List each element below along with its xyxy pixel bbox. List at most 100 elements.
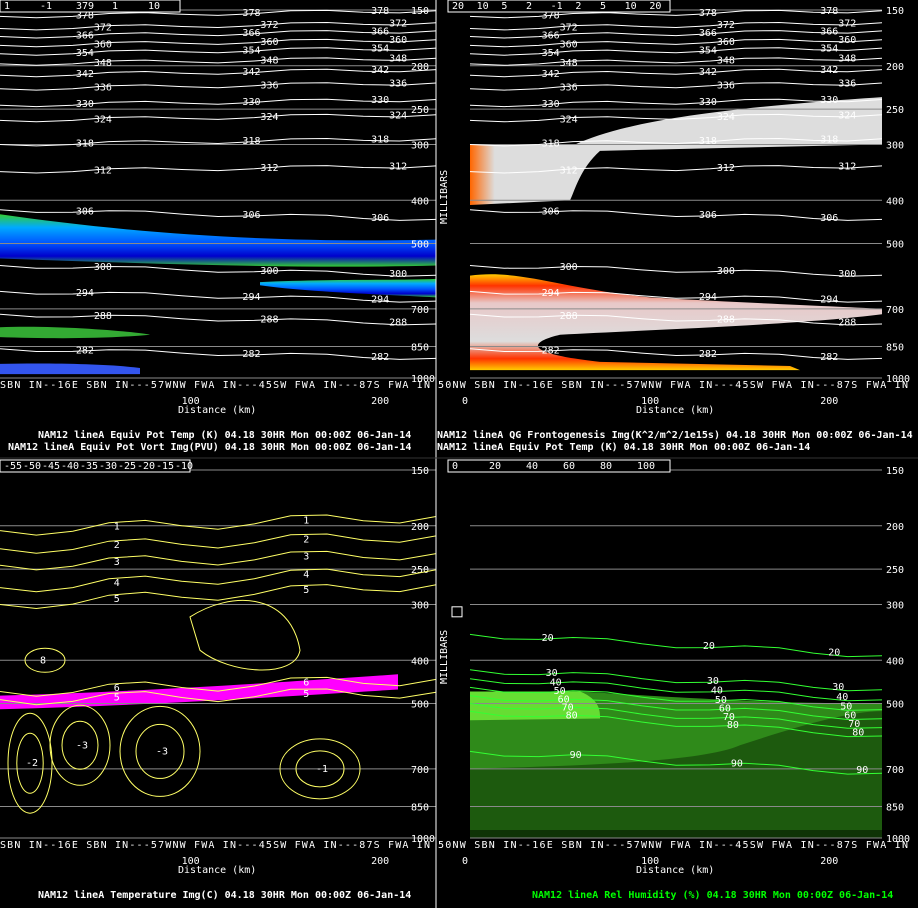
pressure-tick-label: 250 (411, 105, 429, 116)
theta-contour (0, 82, 437, 91)
contour-label: 312 (260, 163, 278, 174)
temperature-contour (0, 533, 437, 554)
panel-caption: NAM12 lineA Temperature Img(C) 04.18 30H… (38, 889, 411, 901)
legend-label: -50 (23, 461, 41, 472)
pressure-tick-label: 150 (411, 466, 429, 477)
contour-label: 324 (260, 112, 278, 123)
legend-label: 10 (625, 1, 637, 12)
x-tick-label: 200 (371, 856, 389, 867)
contour-label: 318 (371, 134, 389, 145)
pressure-tick-label: 200 (886, 522, 904, 533)
legend-label: -30 (99, 461, 117, 472)
contour-label: 294 (699, 292, 717, 303)
contour-label: 90 (731, 759, 743, 770)
pressure-tick-label: 300 (411, 140, 429, 151)
contour-label: 288 (560, 311, 578, 322)
contour-label: 282 (820, 352, 838, 363)
x-tick-label: 200 (820, 396, 838, 407)
pressure-tick-label: 400 (886, 196, 904, 207)
pressure-tick-label: 400 (886, 656, 904, 667)
x-tick-label: 0 (462, 856, 468, 867)
cursor-marker[interactable] (451, 606, 463, 618)
contour-label: 360 (560, 39, 578, 50)
contour-label: 288 (260, 315, 278, 326)
legend-label: -20 (137, 461, 155, 472)
contour-label: 306 (76, 206, 94, 217)
contour-label: 378 (820, 6, 838, 17)
legend-label: 100 (637, 461, 655, 472)
contour-label: 324 (717, 112, 735, 123)
pressure-tick-label: 400 (411, 656, 429, 667)
panel-caption: NAM12 lineA QG Frontogenesis Img(K^2/m^2… (437, 429, 913, 441)
contour-label: 6 (303, 678, 309, 689)
contour-label: 288 (717, 315, 735, 326)
contour-label: 2 (303, 534, 309, 545)
contour-label: 282 (542, 345, 560, 356)
pressure-tick-label: 850 (886, 802, 904, 813)
pressure-tick-label: 500 (886, 240, 904, 251)
temperature-contour (0, 568, 437, 593)
contour-label: 324 (389, 110, 407, 121)
x-tick-label: 200 (820, 856, 838, 867)
contour-label: 366 (242, 28, 260, 39)
contour-label: 360 (260, 37, 278, 48)
legend-label: 5 (600, 1, 606, 12)
contour-label: 300 (717, 266, 735, 277)
contour-label: 306 (371, 213, 389, 224)
contour-label: 80 (727, 720, 739, 731)
panel-bottom-right: 15020025030040050070085010000 100 20050NW … (438, 459, 910, 901)
theta-contour (469, 265, 883, 277)
contour-label: 90 (856, 765, 868, 776)
contour-label: 378 (242, 8, 260, 19)
contour-label: 294 (820, 295, 838, 306)
panel-caption: NAM12 lineA Equiv Pot Temp (K) 04.18 30H… (437, 441, 810, 453)
contour-label: -1 (316, 764, 328, 775)
contour-label: 288 (94, 311, 112, 322)
contour-label: 354 (76, 48, 94, 59)
contour-label: 330 (820, 95, 838, 106)
contour-label: 90 (570, 750, 582, 761)
contour-label: 294 (371, 295, 389, 306)
contour-label: 4 (114, 578, 120, 589)
contour-label: 5 (114, 594, 120, 605)
pv-fill-band (0, 326, 150, 339)
contour-label: 80 (566, 710, 578, 721)
pressure-tick-label: 700 (886, 305, 904, 316)
rh-contour (469, 633, 883, 658)
contour-label: 366 (699, 28, 717, 39)
legend-label: -45 (42, 461, 60, 472)
contour-label: 318 (76, 138, 94, 149)
contour-label: 360 (94, 39, 112, 50)
theta-contour (0, 265, 437, 277)
station-labels: 50NW SBN IN--16E SBN IN---57WNW FWA IN--… (438, 840, 908, 851)
contour-label: 324 (838, 110, 856, 121)
temperature-closed-contour (189, 599, 301, 671)
contour-label: 372 (389, 18, 407, 29)
contour-label: 312 (717, 163, 735, 174)
contour-label: 366 (371, 26, 389, 37)
contour-label: 348 (94, 58, 112, 69)
contour-label: 378 (76, 10, 94, 21)
pressure-tick-label: 300 (886, 600, 904, 611)
contour-label: 372 (560, 22, 578, 33)
contour-label: 354 (542, 48, 560, 59)
contour-label: 336 (560, 83, 578, 94)
x-axis-label: Distance (km) (178, 865, 256, 876)
legend-label: -35 (80, 461, 98, 472)
contour-label: 366 (820, 26, 838, 37)
legend-label: -25 (118, 461, 136, 472)
x-tick-label: 200 (371, 396, 389, 407)
pressure-tick-label: 200 (886, 62, 904, 73)
contour-label: 300 (838, 269, 856, 280)
contour-label: 342 (542, 69, 560, 80)
contour-label: 330 (699, 97, 717, 108)
contour-label: 360 (838, 35, 856, 46)
temperature-contour (0, 550, 437, 571)
contour-label: -3 (76, 740, 88, 751)
legend-label: 20 (489, 461, 501, 472)
pressure-tick-label: 700 (886, 765, 904, 776)
pressure-tick-label: 400 (411, 196, 429, 207)
contour-label: 306 (542, 206, 560, 217)
panel-bottom-left: 1502002503004005007008501000100 200SBN IN… (0, 459, 437, 901)
pv-fill-band (260, 278, 436, 298)
